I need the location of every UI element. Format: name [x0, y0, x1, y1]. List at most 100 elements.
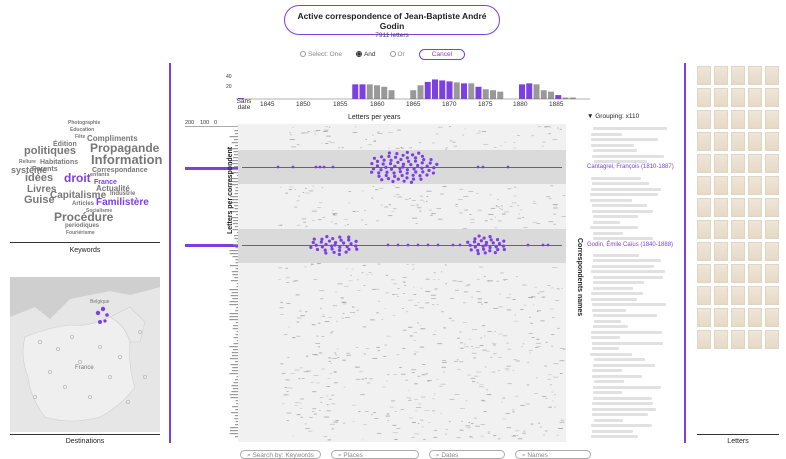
keyword[interactable]: enfants: [90, 172, 110, 179]
letter-thumbnail[interactable]: [765, 88, 779, 107]
histogram-bar[interactable]: [410, 90, 417, 99]
letter-thumbnail[interactable]: [765, 110, 779, 129]
letter-thumbnail[interactable]: [714, 132, 728, 151]
letter-thumbnail[interactable]: [765, 286, 779, 305]
letter-thumbnail[interactable]: [731, 176, 745, 195]
histogram-bar[interactable]: [417, 85, 424, 99]
letter-thumbnail[interactable]: [731, 330, 745, 349]
histogram-bar[interactable]: [548, 91, 554, 99]
correspondent-name-placeholder[interactable]: [592, 154, 664, 158]
correspondent-name-placeholder[interactable]: [592, 347, 620, 350]
letter-thumbnail[interactable]: [697, 242, 711, 261]
correspondent-name-placeholder[interactable]: [592, 303, 666, 306]
letter-thumbnail[interactable]: [714, 308, 728, 327]
letter-thumbnail[interactable]: [748, 264, 762, 283]
correspondent-name-placeholder[interactable]: [591, 132, 622, 136]
letter-thumbnail[interactable]: [731, 154, 745, 173]
correspondent-name-placeholder[interactable]: [593, 418, 624, 422]
histogram-bar[interactable]: [453, 82, 460, 99]
correspondent-name-placeholder[interactable]: [593, 259, 662, 262]
correspondent-name-placeholder[interactable]: [592, 325, 628, 328]
select-or-option[interactable]: Or: [389, 51, 405, 58]
letter-thumbnail[interactable]: [714, 242, 728, 261]
correspondent-name-placeholder[interactable]: [590, 292, 644, 295]
correspondent-name-placeholder[interactable]: [590, 193, 659, 196]
letter-thumbnail[interactable]: [765, 220, 779, 239]
correspondent-name-placeholder[interactable]: [591, 182, 649, 185]
letter-thumbnail[interactable]: [748, 242, 762, 261]
correspondent-name-placeholder[interactable]: [591, 424, 653, 427]
correspondent-name-placeholder[interactable]: [591, 407, 656, 411]
histogram-bar[interactable]: [519, 84, 525, 99]
letter-thumbnail[interactable]: [748, 154, 762, 173]
correspondent-name-placeholder[interactable]: [592, 374, 643, 378]
letter-thumbnail[interactable]: [714, 286, 728, 305]
histogram-bar[interactable]: [374, 85, 380, 99]
correspondent-name-placeholder[interactable]: [593, 358, 646, 361]
letter-thumbnail[interactable]: [714, 330, 728, 349]
correspondent-name-placeholder[interactable]: [593, 380, 625, 383]
letter-thumbnail[interactable]: [697, 264, 711, 283]
correspondent-name-placeholder[interactable]: [590, 138, 658, 141]
letter-thumbnail[interactable]: [748, 308, 762, 327]
histogram-bar[interactable]: [461, 83, 467, 99]
histogram-bar[interactable]: [366, 84, 373, 99]
histogram-bar[interactable]: [526, 83, 533, 99]
letter-thumbnail[interactable]: [731, 308, 745, 327]
letter-thumbnail[interactable]: [697, 132, 711, 151]
histogram-bar[interactable]: [381, 86, 388, 99]
letter-thumbnail[interactable]: [748, 198, 762, 217]
histogram-bar[interactable]: [424, 81, 431, 99]
destinations-map[interactable]: Belgique France: [10, 277, 160, 432]
correspondent-name-placeholder[interactable]: [593, 149, 637, 152]
keyword[interactable]: Information: [91, 153, 163, 166]
correspondent-name-placeholder[interactable]: [590, 352, 633, 356]
letter-thumbnail[interactable]: [748, 176, 762, 195]
letter-thumbnail[interactable]: [765, 154, 779, 173]
letter-thumbnail[interactable]: [714, 220, 728, 239]
keyword[interactable]: Photographie: [68, 121, 100, 126]
correspondent-name-placeholder[interactable]: [592, 429, 633, 433]
keyword[interactable]: periodiques: [65, 223, 99, 229]
histogram-bar[interactable]: [533, 84, 540, 99]
correspondent-name-placeholder[interactable]: [593, 385, 661, 389]
letter-thumbnail[interactable]: [697, 66, 711, 85]
correspondent-name-placeholder[interactable]: [592, 413, 649, 416]
letters-matrix-plot[interactable]: [238, 124, 566, 442]
letter-thumbnail[interactable]: [714, 264, 728, 283]
letter-thumbnail[interactable]: [731, 264, 745, 283]
histogram-bar[interactable]: [475, 86, 482, 99]
letter-thumbnail[interactable]: [765, 330, 779, 349]
keyword[interactable]: Education: [70, 128, 94, 133]
letter-thumbnail[interactable]: [697, 308, 711, 327]
histogram-bar[interactable]: [497, 91, 504, 99]
keyword[interactable]: politiques: [24, 146, 76, 157]
correspondent-name-placeholder[interactable]: [591, 270, 665, 273]
correspondent-name-placeholder[interactable]: [590, 226, 638, 229]
letter-thumbnail[interactable]: [765, 264, 779, 283]
histogram-bar[interactable]: [359, 84, 366, 99]
histogram-bar[interactable]: [490, 90, 496, 99]
letter-thumbnail[interactable]: [765, 132, 779, 151]
histogram-bar[interactable]: [540, 90, 547, 99]
correspondent-name-placeholder[interactable]: [592, 314, 658, 317]
correspondent-name-placeholder[interactable]: [590, 143, 634, 147]
letter-thumbnail[interactable]: [714, 66, 728, 85]
letter-thumbnail[interactable]: [731, 110, 745, 129]
letter-thumbnail[interactable]: [731, 198, 745, 217]
letter-thumbnail[interactable]: [765, 242, 779, 261]
histogram-bar[interactable]: [482, 89, 489, 99]
letter-thumbnail[interactable]: [748, 286, 762, 305]
correspondent-name-placeholder[interactable]: [593, 253, 639, 257]
histogram-bar[interactable]: [555, 95, 562, 99]
letter-thumbnail[interactable]: [697, 110, 711, 129]
letter-thumbnail[interactable]: [748, 110, 762, 129]
letter-thumbnail[interactable]: [714, 88, 728, 107]
keyword[interactable]: Fête: [75, 135, 85, 140]
keyword[interactable]: idées: [25, 173, 53, 184]
undated-label[interactable]: Sans date: [234, 98, 254, 111]
correspondent-name-placeholder[interactable]: [593, 220, 621, 224]
select-and-option[interactable]: And: [355, 51, 376, 58]
letters-thumbnail-grid[interactable]: [697, 66, 779, 349]
letter-thumbnail[interactable]: [714, 176, 728, 195]
